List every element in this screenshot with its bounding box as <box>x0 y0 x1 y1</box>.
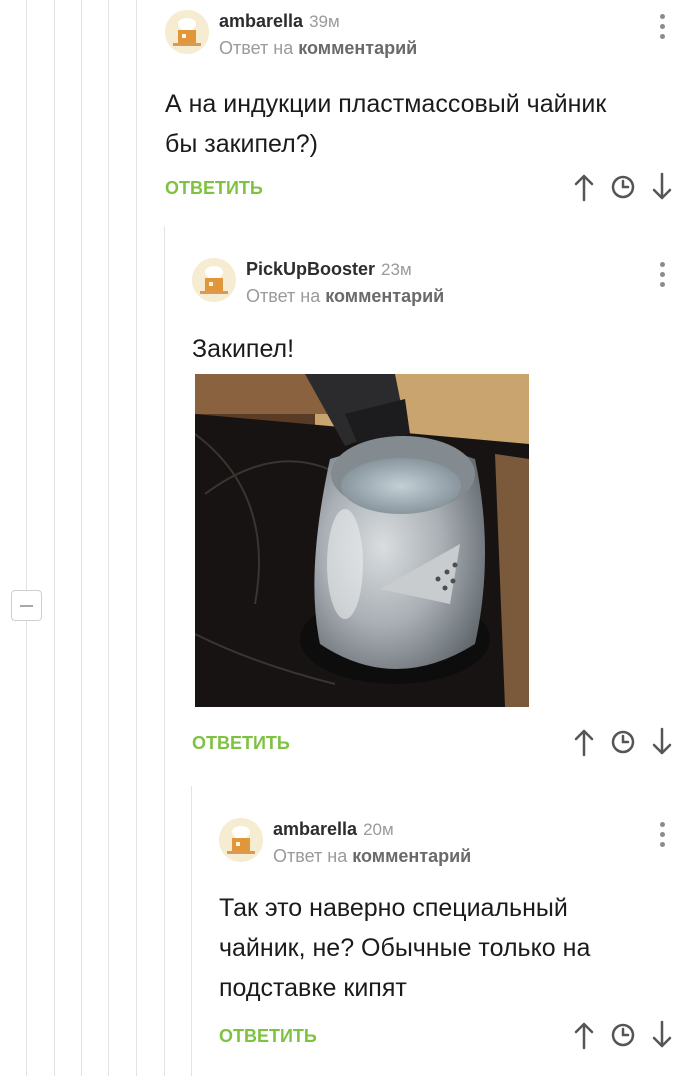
comment-actions: ОТВЕТИТЬ <box>192 725 700 765</box>
more-vertical-icon[interactable] <box>660 822 666 852</box>
vote-controls <box>571 1020 675 1050</box>
thread-line <box>108 0 109 1076</box>
avatar[interactable] <box>219 818 263 862</box>
comment-text-line: А на индукции пластмассовый чайник <box>165 90 607 118</box>
reply-prefix: Ответ на <box>273 846 348 866</box>
reply-button[interactable]: ОТВЕТИТЬ <box>165 178 263 199</box>
comment-text-line: чайник, не? Обычные только на <box>219 934 591 962</box>
comment-time: 23м <box>381 260 412 279</box>
reply-to: Ответ на комментарий <box>219 38 417 59</box>
arrow-down-icon[interactable] <box>649 172 675 202</box>
author-name[interactable]: ambarella 20м <box>273 819 394 840</box>
arrow-up-icon[interactable] <box>571 172 597 202</box>
comment-actions: ОТВЕТИТЬ <box>165 170 700 210</box>
avatar[interactable] <box>192 258 236 302</box>
comment-text-line: Закипел! <box>192 335 295 363</box>
comment: ambarella 20м Ответ на комментарий Так эт… <box>219 808 700 1058</box>
avatar-image <box>219 818 263 862</box>
clock-icon[interactable] <box>609 172 637 202</box>
collapse-thread-button[interactable] <box>11 590 42 621</box>
thread-line <box>81 0 82 1076</box>
reply-button[interactable]: ОТВЕТИТЬ <box>192 733 290 754</box>
comment-header: ambarella 39м Ответ на комментарий <box>165 0 700 64</box>
more-vertical-icon[interactable] <box>660 14 666 44</box>
author-name[interactable]: ambarella 39м <box>219 11 340 32</box>
reply-prefix: Ответ на <box>219 38 294 58</box>
parent-comment-link[interactable]: комментарий <box>298 38 417 58</box>
comment-header: PickUpBooster 23м Ответ на комментарий <box>192 248 700 312</box>
avatar-image <box>192 258 236 302</box>
thread-line <box>26 0 27 1076</box>
comment-image[interactable] <box>194 374 529 707</box>
avatar[interactable] <box>165 10 209 54</box>
more-vertical-icon[interactable] <box>660 262 666 292</box>
comment-text: Закипел! <box>192 312 700 374</box>
parent-comment-link[interactable]: комментарий <box>325 286 444 306</box>
arrow-up-icon[interactable] <box>571 1020 597 1050</box>
arrow-up-icon[interactable] <box>571 727 597 757</box>
comment-text-line: Так это наверно специальный <box>219 894 568 922</box>
arrow-down-icon[interactable] <box>649 1020 675 1050</box>
author-name[interactable]: PickUpBooster 23м <box>246 259 412 280</box>
kettle-photo <box>194 374 529 707</box>
reply-button[interactable]: ОТВЕТИТЬ <box>219 1026 317 1047</box>
vote-controls <box>571 172 675 202</box>
vote-controls <box>571 727 675 757</box>
thread-line <box>191 786 192 1076</box>
reply-to: Ответ на комментарий <box>246 286 444 307</box>
clock-icon[interactable] <box>609 1020 637 1050</box>
thread-line <box>164 226 165 1076</box>
comment-actions: ОТВЕТИТЬ <box>219 1018 700 1058</box>
thread-line <box>54 0 55 1076</box>
parent-comment-link[interactable]: комментарий <box>352 846 471 866</box>
comment-header: ambarella 20м Ответ на комментарий <box>219 808 700 872</box>
thread-line <box>136 0 137 1076</box>
comment-text-line: подставке кипят <box>219 974 407 1002</box>
comment-text-line: бы закипел?) <box>165 130 318 158</box>
comment: PickUpBooster 23м Ответ на комментарий За… <box>192 248 700 765</box>
comment: ambarella 39м Ответ на комментарий А на и… <box>165 0 700 210</box>
clock-icon[interactable] <box>609 727 637 757</box>
comment-time: 39м <box>309 12 340 31</box>
avatar-image <box>165 10 209 54</box>
reply-to: Ответ на комментарий <box>273 846 471 867</box>
reply-prefix: Ответ на <box>246 286 321 306</box>
comment-text: А на индукции пластмассовый чайник бы за… <box>165 64 700 164</box>
arrow-down-icon[interactable] <box>649 727 675 757</box>
comment-time: 20м <box>363 820 394 839</box>
comment-text: Так это наверно специальный чайник, не? … <box>219 872 700 1008</box>
